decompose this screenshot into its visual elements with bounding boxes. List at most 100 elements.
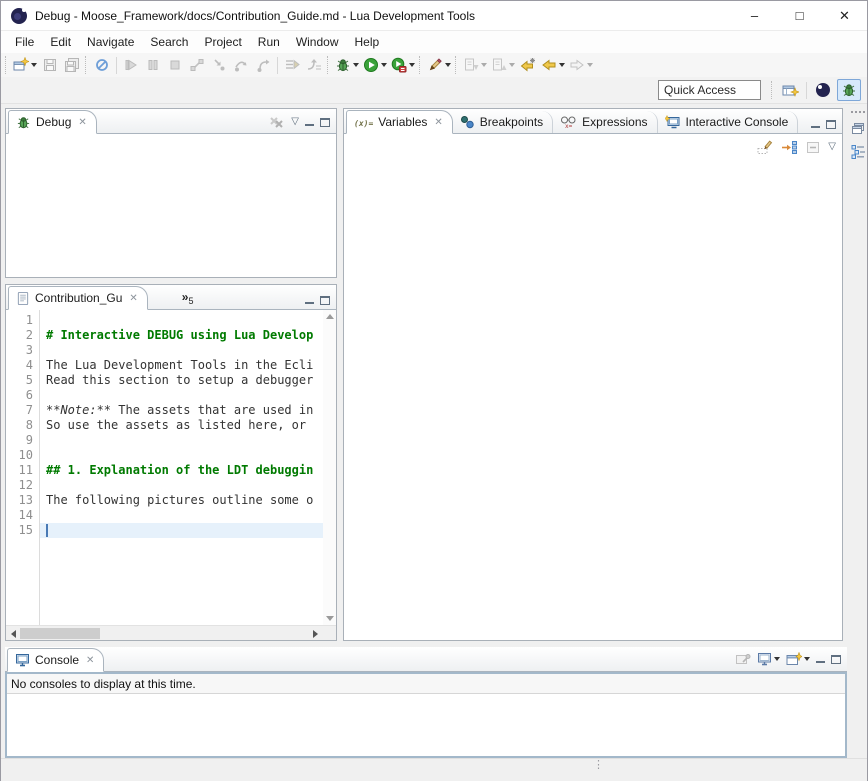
show-logical-structure-icon[interactable]	[781, 140, 798, 155]
suspend-button[interactable]	[142, 54, 164, 76]
scroll-down-icon[interactable]	[326, 616, 334, 621]
new-wizard-icon	[13, 57, 29, 73]
new-wizard-button[interactable]	[11, 54, 39, 76]
outline-icon[interactable]	[851, 144, 866, 159]
menu-run[interactable]: Run	[250, 31, 288, 53]
close-tab-icon[interactable]: ✕	[86, 655, 94, 666]
quick-access-field[interactable]: Quick Access	[658, 80, 761, 100]
minimize-view-icon[interactable]	[305, 118, 314, 127]
close-window-button[interactable]: ✕	[822, 1, 867, 31]
tab-interactive-console[interactable]: Interactive Console	[658, 111, 799, 133]
view-menu-icon[interactable]: ▽	[291, 117, 299, 127]
toggle-step-filters-button[interactable]	[303, 54, 325, 76]
pin-console-icon[interactable]	[735, 652, 751, 666]
new-wizard-dropdown[interactable]	[31, 63, 37, 67]
toolbar-drag-handle[interactable]	[327, 56, 330, 74]
toolbar-drag-handle[interactable]	[455, 56, 458, 74]
tab-label: Interactive Console	[686, 115, 789, 129]
remove-all-terminated-icon[interactable]	[269, 115, 285, 129]
view-menu-icon[interactable]: ▽	[828, 142, 836, 152]
debug-perspective-button[interactable]	[837, 79, 861, 101]
restore-views-icon[interactable]	[851, 122, 865, 135]
editor-horizontal-scrollbar[interactable]	[6, 625, 336, 640]
next-annotation-button[interactable]	[461, 54, 489, 76]
perspective-drag-handle[interactable]	[771, 81, 774, 99]
menu-search[interactable]: Search	[142, 31, 196, 53]
run-dropdown[interactable]	[381, 63, 387, 67]
maximize-view-icon[interactable]	[320, 296, 330, 305]
step-return-button[interactable]	[252, 54, 274, 76]
menu-window[interactable]: Window	[288, 31, 347, 53]
scroll-up-icon[interactable]	[326, 314, 334, 319]
editor-vertical-scrollbar[interactable]	[323, 310, 336, 625]
maximize-window-button[interactable]: □	[777, 1, 822, 31]
use-step-filters-button[interactable]	[281, 54, 303, 76]
close-tab-icon[interactable]: ✕	[78, 117, 86, 128]
debug-button[interactable]	[333, 54, 361, 76]
menu-project[interactable]: Project	[196, 31, 249, 53]
line-number-ruler[interactable]: 123456789101112131415	[6, 310, 40, 625]
next-annotation-dropdown[interactable]	[481, 63, 487, 67]
save-all-button[interactable]	[61, 54, 83, 76]
scroll-left-icon[interactable]	[11, 630, 16, 638]
tab-variables[interactable]: (x)=Variables✕	[346, 110, 453, 134]
open-perspective-button[interactable]	[778, 79, 802, 101]
close-tab-icon[interactable]: ✕	[434, 117, 442, 128]
menu-help[interactable]: Help	[347, 31, 388, 53]
tab-console[interactable]: Console ✕	[7, 648, 104, 672]
external-tools-dropdown[interactable]	[445, 63, 451, 67]
maximize-view-icon[interactable]	[831, 655, 841, 664]
tab-expressions[interactable]: x=Expressions	[553, 111, 657, 133]
display-console-dropdown[interactable]	[774, 657, 780, 661]
external-tools-button[interactable]	[425, 54, 453, 76]
back-dropdown[interactable]	[559, 63, 565, 67]
scrollbar-thumb[interactable]	[20, 628, 100, 639]
code-text-area[interactable]: # Interactive DEBUG using Lua DevelopThe…	[40, 310, 323, 625]
toolbar-drag-handle[interactable]	[5, 56, 8, 74]
maximize-view-icon[interactable]	[826, 120, 836, 129]
run-button[interactable]	[361, 54, 389, 76]
run-last-launched-button[interactable]	[389, 54, 417, 76]
step-over-button[interactable]	[230, 54, 252, 76]
disconnect-button[interactable]	[186, 54, 208, 76]
tab-debug[interactable]: Debug ✕	[8, 110, 97, 134]
save-button[interactable]	[39, 54, 61, 76]
minimize-view-icon[interactable]	[816, 655, 825, 664]
toolbar-drag-handle[interactable]	[85, 56, 88, 74]
tab-contribution-guide[interactable]: Contribution_Gu ✕	[8, 286, 148, 310]
last-edit-location-button[interactable]	[517, 54, 539, 76]
maximize-view-icon[interactable]	[320, 118, 330, 127]
collapse-all-icon[interactable]	[805, 140, 821, 155]
menu-edit[interactable]: Edit	[42, 31, 79, 53]
close-tab-icon[interactable]: ✕	[129, 293, 137, 304]
toolbar-drag-handle[interactable]	[419, 56, 422, 74]
terminate-button[interactable]	[164, 54, 186, 76]
editor-tab-overflow[interactable]: » 5	[182, 290, 194, 309]
lua-perspective-button[interactable]	[811, 79, 835, 101]
status-sash-handle[interactable]: ⋮	[593, 762, 604, 768]
scroll-right-icon[interactable]	[313, 630, 318, 638]
run-last-launched-dropdown[interactable]	[409, 63, 415, 67]
tab-breakpoints[interactable]: Breakpoints	[453, 111, 553, 133]
back-button[interactable]	[539, 54, 567, 76]
menu-navigate[interactable]: Navigate	[79, 31, 142, 53]
forward-dropdown[interactable]	[587, 63, 593, 67]
minimize-window-button[interactable]: –	[732, 1, 777, 31]
previous-annotation-dropdown[interactable]	[509, 63, 515, 67]
forward-button[interactable]	[567, 54, 595, 76]
code-line	[40, 478, 323, 493]
debug-dropdown[interactable]	[353, 63, 359, 67]
previous-annotation-button[interactable]	[489, 54, 517, 76]
step-into-button[interactable]	[208, 54, 230, 76]
open-console-button[interactable]	[786, 651, 810, 667]
resume-button[interactable]	[120, 54, 142, 76]
menu-file[interactable]: File	[7, 31, 42, 53]
terminate-icon	[167, 57, 183, 73]
display-selected-console-button[interactable]	[757, 651, 780, 667]
show-type-names-icon[interactable]	[757, 140, 774, 155]
strip-drag-handle[interactable]	[851, 111, 865, 113]
open-console-dropdown[interactable]	[804, 657, 810, 661]
minimize-view-icon[interactable]	[305, 296, 314, 305]
minimize-view-icon[interactable]	[811, 120, 820, 129]
skip-all-breakpoints-button[interactable]	[91, 54, 113, 76]
